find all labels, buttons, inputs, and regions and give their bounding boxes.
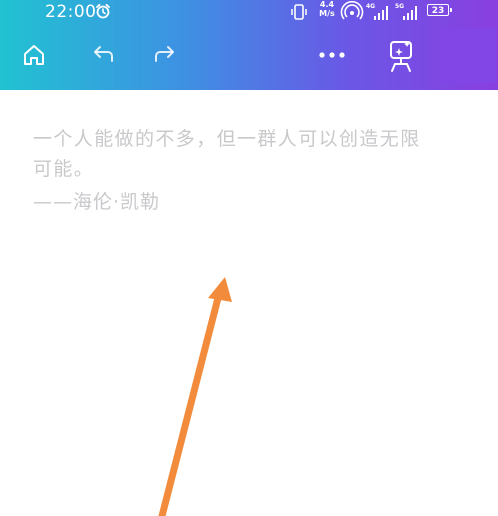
- quote-text: 一个人能做的不多，但一群人可以创造无限 可能。: [33, 128, 421, 180]
- battery-level: 23: [431, 6, 445, 16]
- battery-icon: 23: [427, 4, 452, 16]
- redo-button[interactable]: [144, 37, 184, 73]
- screen: 22:00 4.4 M/s 4G 5G 23 一个人能做的不多，但一群人可以创造…: [0, 0, 498, 516]
- network-speed-value: 4.4: [319, 0, 335, 9]
- arrow-shaft: [158, 294, 222, 516]
- network-type-1: 4G: [366, 3, 376, 10]
- vibrate-icon: [291, 4, 307, 20]
- more-icon: [319, 52, 345, 58]
- ai-assistant-icon: [390, 41, 412, 72]
- top-bar: 22:00 4.4 M/s 4G 5G 23: [0, 0, 498, 90]
- signal-icon: [403, 6, 417, 20]
- alarm-icon: [96, 3, 110, 19]
- home-icon: [24, 45, 44, 65]
- network-speed: 4.4 M/s: [318, 0, 336, 18]
- home-button[interactable]: [14, 37, 54, 73]
- network-speed-unit: M/s: [319, 9, 335, 18]
- quote-attribution: ——海伦·凯勒: [33, 191, 161, 213]
- signal-icon: [374, 6, 388, 20]
- network-type-2: 5G: [395, 3, 405, 10]
- ai-assistant-button[interactable]: [380, 35, 424, 77]
- redo-icon: [155, 46, 174, 62]
- arrow-head: [208, 277, 232, 302]
- undo-icon: [94, 46, 113, 62]
- more-button[interactable]: [312, 37, 352, 73]
- undo-button[interactable]: [84, 37, 124, 73]
- avatar[interactable]: [440, 28, 496, 83]
- hotspot-icon: [340, 1, 364, 20]
- status-time: 22:00: [45, 2, 97, 22]
